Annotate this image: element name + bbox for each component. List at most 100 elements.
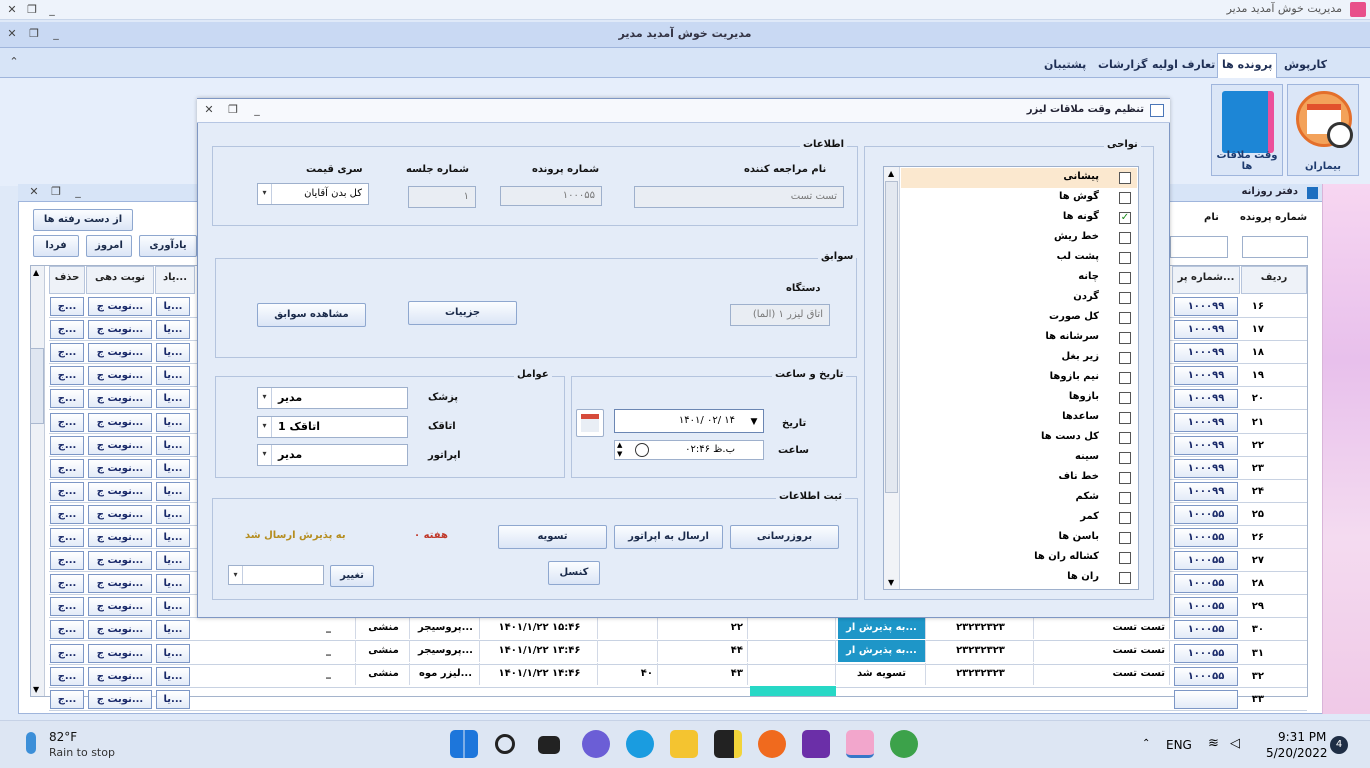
file-no-cell-button[interactable]: ۱۰۰۰۹۹ (1174, 343, 1238, 362)
region-item[interactable]: شکم (901, 488, 1137, 508)
reminder-cell-button[interactable]: یا... (156, 389, 190, 408)
reminder-cell-button[interactable]: یا... (156, 644, 190, 663)
reminder-cell-button[interactable]: یا... (156, 505, 190, 524)
tab-support[interactable]: پشتیبان (1040, 56, 1090, 78)
weather-temp[interactable]: 82°F (49, 730, 77, 744)
tab-reports[interactable]: گزارشات (1094, 56, 1151, 78)
settle-button[interactable]: تسویه (498, 525, 607, 549)
region-checkbox[interactable] (1119, 352, 1131, 364)
region-item[interactable]: بازوها (901, 388, 1137, 408)
file-no-cell-button[interactable]: ۱۰۰۰۵۵ (1174, 667, 1238, 686)
date-picker[interactable]: ▼ ۱۴۰۱/ ۰۲/ ۱۴ (614, 409, 764, 433)
view-history-button[interactable]: مشاهده سوابق (257, 303, 366, 327)
missed-button[interactable]: از دست رفته ها (33, 209, 133, 231)
turn-cell-button[interactable]: نوبت ج... (88, 505, 152, 524)
scroll-up-icon[interactable]: ▲ (33, 268, 39, 277)
close-icon[interactable]: ✕ (2, 2, 22, 18)
region-item[interactable]: پشت لب (901, 248, 1137, 268)
appointments-button[interactable]: وقت ملاقات ها (1211, 84, 1283, 176)
region-checkbox[interactable] (1119, 232, 1131, 244)
show-hidden-icon[interactable]: ⌃ (1142, 738, 1150, 749)
windows-start-icon[interactable] (450, 730, 478, 758)
time-picker[interactable]: ▲ ▼ ۰۲:۴۶ ب.ظ (614, 440, 764, 460)
minimize-icon[interactable]: _ (247, 102, 267, 118)
delete-cell-button[interactable]: ج... (50, 482, 84, 501)
reminder-cell-button[interactable]: یا... (156, 620, 190, 639)
reminder-cell-button[interactable]: یا... (156, 690, 190, 709)
region-checkbox[interactable] (1119, 192, 1131, 204)
turn-cell-button[interactable]: نوبت ج... (88, 597, 152, 616)
turn-cell-button[interactable]: نوبت ج... (88, 667, 152, 686)
regions-scrollbar[interactable]: ▲ ▼ (884, 167, 900, 589)
file-no-cell-button[interactable]: ۱۰۰۰۹۹ (1174, 389, 1238, 408)
delete-cell-button[interactable]: ج... (50, 505, 84, 524)
today-button[interactable]: امروز (86, 235, 132, 257)
change-button[interactable]: تغییر (330, 565, 374, 587)
region-item[interactable]: ران ها (901, 568, 1137, 588)
cancel-button[interactable]: کنسل (548, 561, 600, 585)
chevron-down-icon[interactable]: ▾ (229, 566, 243, 584)
doctor-select[interactable]: ▾ مدیر (257, 387, 408, 409)
reminder-cell-button[interactable]: یا... (156, 597, 190, 616)
weather-text[interactable]: Rain to stop (49, 746, 115, 759)
file-no-cell-button[interactable] (1174, 690, 1238, 709)
room-select[interactable]: ▾ اتاقک 1 (257, 416, 408, 438)
file-no-cell-button[interactable]: ۱۰۰۰۵۵ (1174, 505, 1238, 524)
delete-cell-button[interactable]: ج... (50, 366, 84, 385)
paint-icon[interactable] (890, 730, 918, 758)
delete-cell-button[interactable]: ج... (50, 574, 84, 593)
file-no-cell-button[interactable]: ۱۰۰۰۹۹ (1174, 436, 1238, 455)
tab-basic-definitions[interactable]: تعارف اولیه (1148, 56, 1219, 78)
region-checkbox[interactable]: ✓ (1119, 212, 1131, 224)
region-item[interactable]: گوش ها (901, 188, 1137, 208)
region-item[interactable]: ساعدها (901, 408, 1137, 428)
reminder-cell-button[interactable]: یا... (156, 366, 190, 385)
region-item[interactable]: کل دست ها (901, 428, 1137, 448)
reminder-cell-button[interactable]: یا... (156, 528, 190, 547)
reminder-cell-button[interactable]: یا... (156, 320, 190, 339)
region-checkbox[interactable] (1119, 272, 1131, 284)
patients-button[interactable]: بیماران (1287, 84, 1359, 176)
scroll-down-icon[interactable]: ▼ (888, 578, 894, 587)
col-header-row[interactable]: ردیف (1241, 266, 1307, 294)
region-checkbox[interactable] (1119, 532, 1131, 544)
visual-studio-icon[interactable] (802, 730, 830, 758)
region-checkbox[interactable] (1119, 172, 1131, 184)
file-explorer-icon[interactable] (670, 730, 698, 758)
file-no-cell-button[interactable]: ۱۰۰۰۵۵ (1174, 620, 1238, 639)
file-no-cell-button[interactable]: ۱۰۰۰۹۹ (1174, 297, 1238, 316)
collapse-ribbon-icon[interactable]: ⌃ (4, 54, 24, 70)
reminder-cell-button[interactable]: یا... (156, 343, 190, 362)
chevron-down-icon[interactable]: ▼ (747, 411, 761, 433)
change-select[interactable]: ▾ (228, 565, 324, 585)
spin-icon[interactable]: ▲ ▼ (617, 441, 622, 459)
chevron-down-icon[interactable]: ▾ (258, 445, 272, 465)
delete-cell-button[interactable]: ج... (50, 343, 84, 362)
region-checkbox[interactable] (1119, 472, 1131, 484)
region-item[interactable]: کل صورت (901, 308, 1137, 328)
restore-icon[interactable]: ❐ (24, 26, 44, 42)
delete-cell-button[interactable]: ج... (50, 389, 84, 408)
restore-icon[interactable]: ❐ (46, 184, 66, 200)
turn-cell-button[interactable]: نوبت ج... (88, 436, 152, 455)
edge-icon[interactable] (626, 730, 654, 758)
reminder-cell-button[interactable]: یا... (156, 667, 190, 686)
region-checkbox[interactable] (1119, 292, 1131, 304)
region-item[interactable]: خط ناف (901, 468, 1137, 488)
region-checkbox[interactable] (1119, 452, 1131, 464)
delete-cell-button[interactable]: ج... (50, 667, 84, 686)
chevron-down-icon[interactable]: ▾ (258, 388, 272, 408)
tab-karpoosh[interactable]: کارپوش (1280, 56, 1331, 78)
close-icon[interactable]: ✕ (2, 26, 22, 42)
minimize-icon[interactable]: _ (42, 2, 62, 18)
restore-icon[interactable]: ❐ (22, 2, 42, 18)
file-no-filter-input[interactable] (1242, 236, 1308, 258)
turn-cell-button[interactable]: نوبت ج... (88, 551, 152, 570)
region-item[interactable]: پیشانی (901, 168, 1137, 188)
app-taskbar-icon[interactable] (846, 730, 874, 758)
delete-cell-button[interactable]: ج... (50, 551, 84, 570)
region-checkbox[interactable] (1119, 392, 1131, 404)
send-to-operator-button[interactable]: ارسال به اپراتور (614, 525, 723, 549)
operator-select[interactable]: ▾ مدیر (257, 444, 408, 466)
tab-files[interactable]: پرونده ها (1217, 53, 1278, 79)
